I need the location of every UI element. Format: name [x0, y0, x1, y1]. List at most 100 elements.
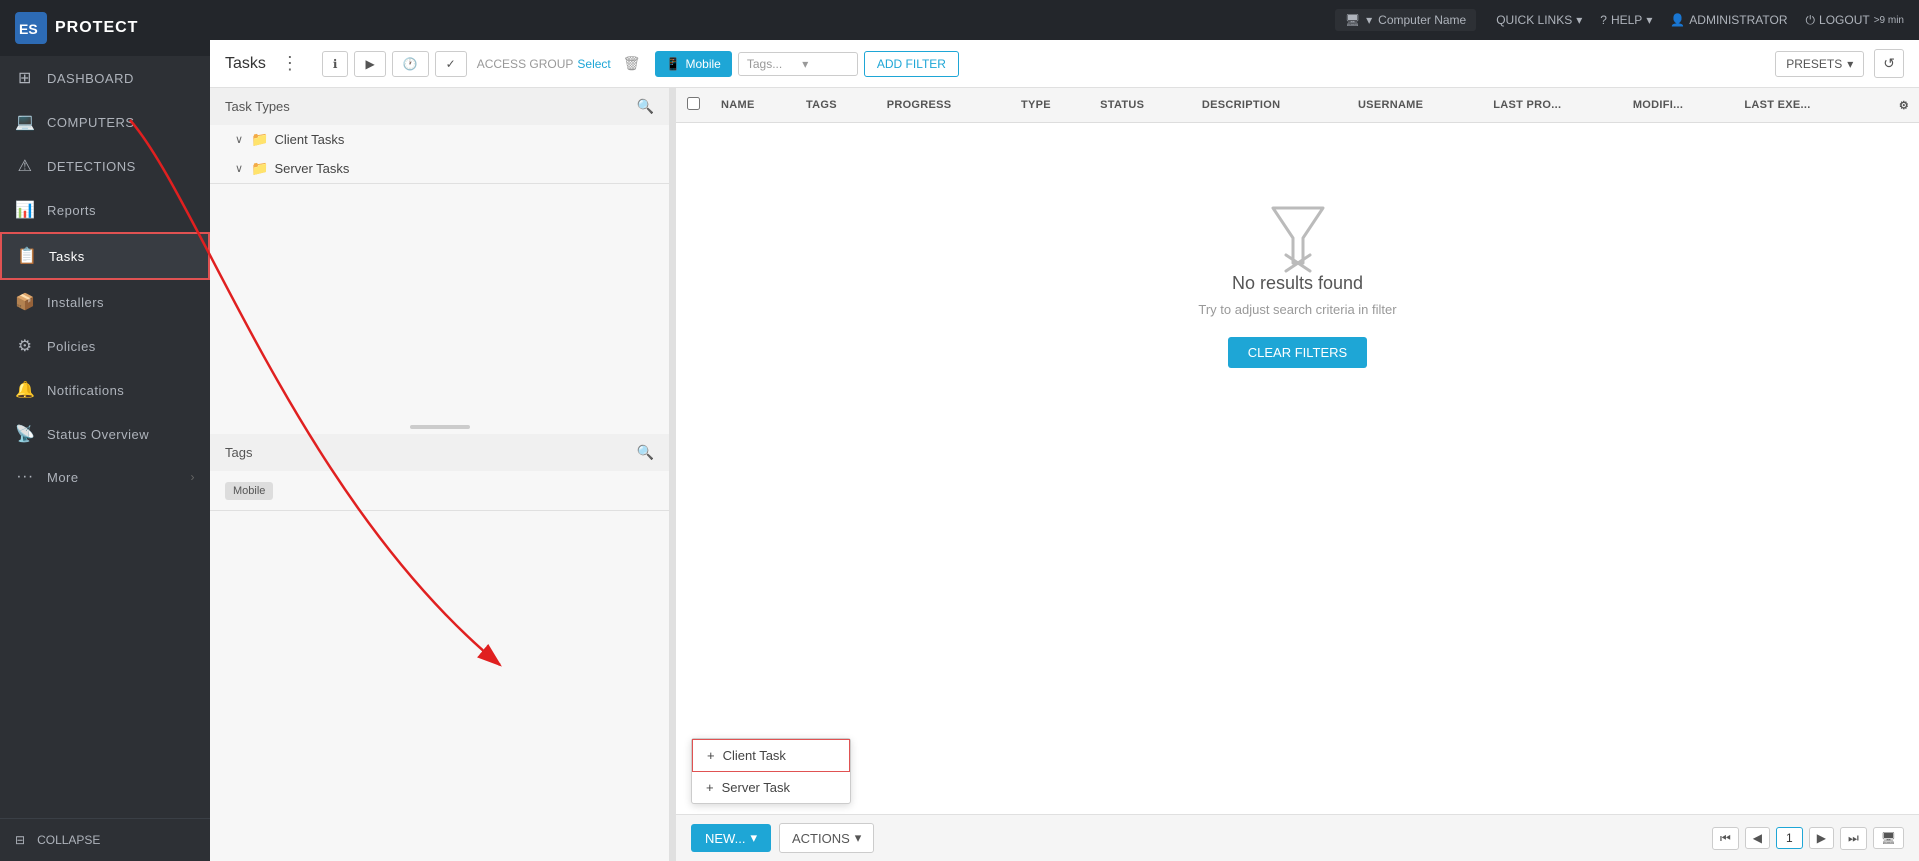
page-title: Tasks — [225, 55, 266, 73]
presets-label: PRESETS — [1786, 57, 1842, 71]
chevron-down-icon: ▾ — [1847, 57, 1853, 71]
select-all-checkbox[interactable] — [687, 97, 700, 110]
server-tasks-item[interactable]: ∨ 📁 Server Tasks — [210, 154, 669, 183]
col-last-progress: LAST PRO... — [1483, 88, 1623, 123]
folder-icon: 📁 — [251, 160, 268, 177]
sidebar-item-label: Status Overview — [47, 427, 195, 442]
chevron-down-icon: ▾ — [750, 830, 757, 846]
sidebar-item-installers[interactable]: 📦 Installers — [0, 280, 210, 324]
sidebar-item-label: DETECTIONS — [47, 159, 195, 174]
chevron-down-icon: ▾ — [802, 57, 808, 71]
task-types-header: Task Types 🔍 — [210, 88, 669, 125]
client-tasks-item[interactable]: ∨ 📁 Client Tasks — [210, 125, 669, 154]
server-task-label: Server Task — [722, 780, 790, 795]
new-dropdown: + Client Task + Server Task — [691, 738, 851, 804]
installers-icon: 📦 — [15, 292, 35, 312]
info-button[interactable]: ℹ — [322, 51, 349, 77]
search-icon[interactable]: 🔍 — [637, 444, 654, 461]
screen-icon-button[interactable]: 🖥 — [1873, 827, 1904, 849]
col-modified: MODIFI... — [1623, 88, 1735, 123]
server-task-option[interactable]: + Server Task — [692, 772, 850, 803]
svg-text:ES: ES — [19, 21, 38, 37]
clear-filters-button[interactable]: CLEAR FILTERS — [1228, 337, 1367, 368]
main-content: 🖥 ▾ Computer Name QUICK LINKS ▾ ? HELP ▾… — [210, 40, 1919, 861]
tag-value: Mobile — [233, 485, 265, 497]
sidebar-item-notifications[interactable]: 🔔 Notifications — [0, 368, 210, 412]
detections-icon: ⚠ — [15, 156, 35, 176]
sidebar-item-label: COMPUTERS — [47, 115, 195, 130]
play-button[interactable]: ▶ — [354, 51, 385, 77]
actions-label: ACTIONS — [792, 831, 850, 846]
eset-logo-icon: ES — [15, 12, 47, 44]
col-tags: TAGS — [796, 88, 877, 123]
task-types-label: Task Types — [225, 99, 290, 114]
sidebar-item-tasks[interactable]: 📋 Tasks — [0, 232, 210, 280]
plus-icon: + — [706, 780, 714, 795]
col-last-exec: LAST EXE... — [1734, 88, 1871, 123]
no-results-icon — [1268, 203, 1328, 273]
last-page-button[interactable]: ⏭ — [1840, 827, 1867, 850]
sidebar-item-label: DASHBOARD — [47, 71, 195, 86]
app-logo: ES PROTECT — [0, 0, 210, 56]
col-name: NAME — [711, 88, 796, 123]
prev-page-button[interactable]: ◀ — [1745, 827, 1770, 849]
tags-header: Tags 🔍 — [210, 434, 669, 471]
add-filter-button[interactable]: ADD FILTER — [864, 51, 959, 77]
tags-section: Tags 🔍 Mobile — [210, 434, 669, 511]
presets-button[interactable]: PRESETS ▾ — [1775, 51, 1864, 77]
sidebar-item-status-overview[interactable]: 📡 Status Overview — [0, 412, 210, 456]
computers-icon: 💻 — [15, 112, 35, 132]
notifications-icon: 🔔 — [15, 380, 35, 400]
sidebar-item-dashboard[interactable]: ⊞ DASHBOARD — [0, 56, 210, 100]
sidebar-item-detections[interactable]: ⚠ DETECTIONS — [0, 144, 210, 188]
sidebar-item-label: Tasks — [49, 249, 193, 264]
right-panel: NAME TAGS PROGRESS TYPE STATUS DESCRIPTI… — [676, 88, 1919, 861]
empty-state: No results found Try to adjust search cr… — [676, 123, 1919, 448]
new-button[interactable]: NEW... ▾ — [691, 824, 771, 852]
chevron-right-icon: › — [191, 470, 196, 484]
clock-button[interactable]: 🕐 — [392, 51, 429, 77]
next-page-button[interactable]: ▶ — [1809, 827, 1834, 849]
mobile-button[interactable]: 📱 Mobile — [655, 51, 732, 77]
refresh-button[interactable]: ↺ — [1874, 49, 1904, 78]
pagination: ⏮ ◀ 1 ▶ ⏭ 🖥 — [1712, 827, 1904, 850]
collapse-button[interactable]: ⊟ COLLAPSE — [0, 818, 210, 861]
more-icon: ··· — [15, 468, 35, 486]
tags-dropdown[interactable]: Tags... ▾ — [738, 52, 858, 76]
check-button[interactable]: ✓ — [435, 51, 467, 77]
empty-title: No results found — [1232, 273, 1363, 294]
table-header-row: NAME TAGS PROGRESS TYPE STATUS DESCRIPTI… — [676, 88, 1919, 123]
access-group-select[interactable]: Select — [577, 57, 610, 71]
client-tasks-label: Client Tasks — [275, 132, 345, 147]
dashboard-icon: ⊞ — [15, 68, 35, 88]
sidebar-item-label: Notifications — [47, 383, 195, 398]
tree-toggle-icon: ∨ — [235, 133, 243, 146]
access-group-label: ACCESS GROUP — [477, 57, 574, 71]
new-button-wrap: + Client Task + Server Task NEW... ▾ — [691, 824, 771, 852]
table-wrapper: NAME TAGS PROGRESS TYPE STATUS DESCRIPTI… — [676, 88, 1919, 814]
search-icon[interactable]: 🔍 — [637, 98, 654, 115]
first-page-button[interactable]: ⏮ — [1712, 827, 1739, 850]
new-label: NEW... — [705, 831, 745, 846]
delete-icon[interactable]: 🗑 — [615, 51, 649, 76]
sidebar: ES PROTECT ⊞ DASHBOARD 💻 COMPUTERS ⚠ DET… — [0, 0, 210, 861]
sidebar-item-reports[interactable]: 📊 Reports — [0, 188, 210, 232]
tasks-more-button[interactable]: ⋮ — [276, 53, 304, 74]
chevron-down-icon: ▾ — [855, 830, 862, 846]
checkbox-column — [676, 88, 711, 123]
plus-icon: + — [707, 748, 715, 763]
sidebar-item-more[interactable]: ··· More › — [0, 456, 210, 498]
tasks-icon: 📋 — [17, 246, 37, 266]
tree-toggle-icon: ∨ — [235, 162, 243, 175]
col-status: STATUS — [1090, 88, 1192, 123]
app-name: PROTECT — [55, 19, 138, 37]
sidebar-item-computers[interactable]: 💻 COMPUTERS — [0, 100, 210, 144]
mobile-icon: 📱 — [666, 57, 681, 71]
sidebar-item-policies[interactable]: ⚙ Policies — [0, 324, 210, 368]
client-task-option[interactable]: + Client Task — [692, 739, 850, 772]
policies-icon: ⚙ — [15, 336, 35, 356]
current-page[interactable]: 1 — [1776, 827, 1803, 849]
actions-button[interactable]: ACTIONS ▾ — [779, 823, 874, 853]
tag-item[interactable]: Mobile — [225, 482, 273, 500]
tags-placeholder: Tags... — [747, 57, 782, 71]
